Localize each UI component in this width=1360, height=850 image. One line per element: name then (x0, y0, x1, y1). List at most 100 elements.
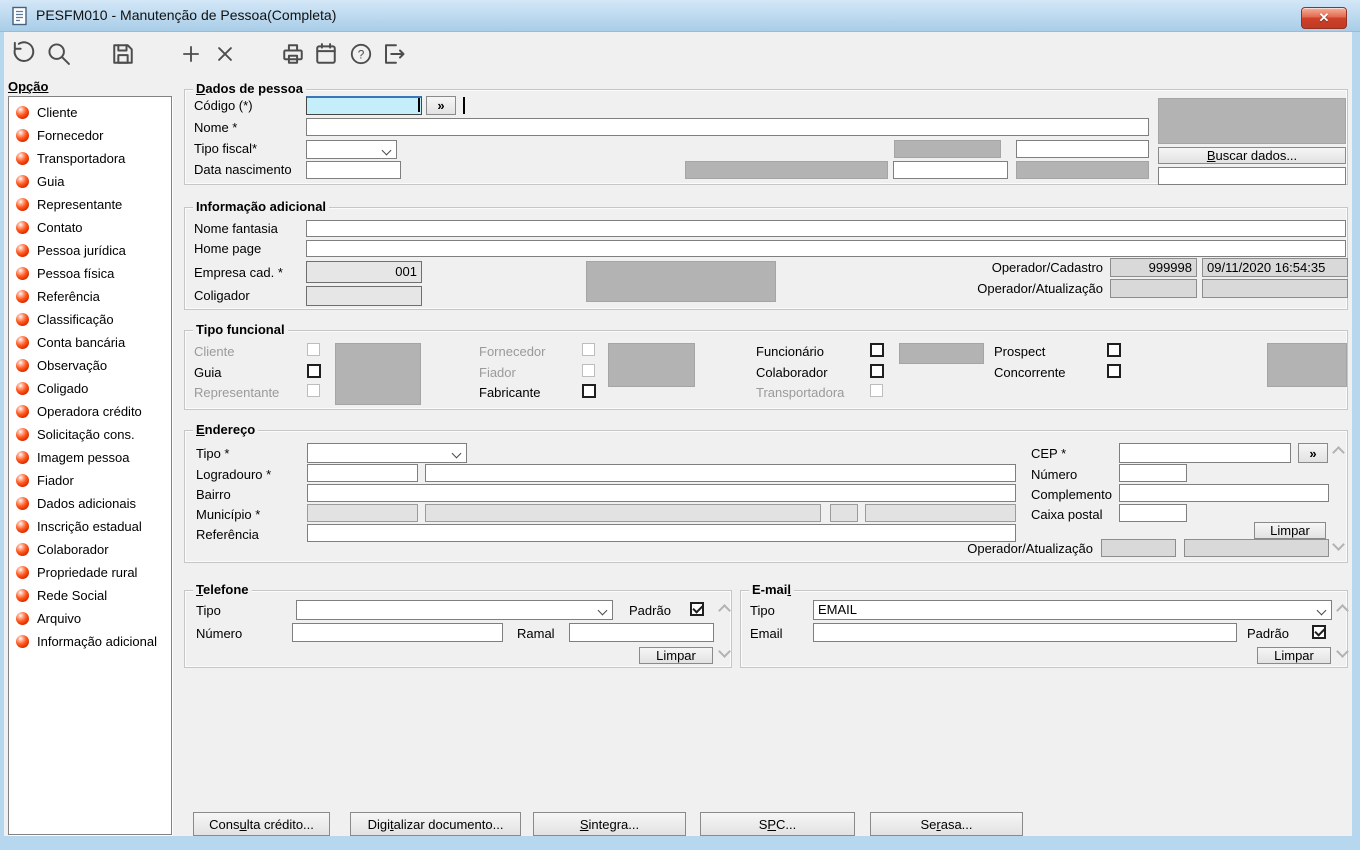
serasa-button[interactable]: Serasa... (870, 812, 1023, 836)
extra-input-2[interactable] (893, 161, 1008, 179)
toolbar-print-button[interactable] (278, 39, 308, 69)
sidebar-item-guia[interactable]: Guia (9, 170, 171, 193)
email-tipo-select[interactable]: EMAIL (813, 600, 1332, 620)
option-bullet-icon (16, 221, 29, 234)
close-button[interactable]: ✕ (1301, 7, 1347, 29)
cep-expand-button[interactable]: » (1298, 443, 1328, 463)
data-nascimento-label: Data nascimento (194, 162, 292, 177)
sidebar-item-conta-bancaria[interactable]: Conta bancária (9, 331, 171, 354)
buscar-dados-button[interactable]: Buscar dados... (1158, 147, 1346, 164)
checkbox-colaborador[interactable] (870, 364, 884, 378)
sidebar-item-coligado[interactable]: Coligado (9, 377, 171, 400)
sidebar-item-label: Rede Social (37, 588, 108, 603)
scroll-up-icon[interactable] (1333, 446, 1343, 456)
sidebar-item-representante[interactable]: Representante (9, 193, 171, 216)
sidebar-item-contato[interactable]: Contato (9, 216, 171, 239)
sidebar-item-fiador[interactable]: Fiador (9, 469, 171, 492)
sidebar-item-arquivo[interactable]: Arquivo (9, 607, 171, 630)
toolbar-undo-button[interactable] (8, 39, 38, 69)
telefone-padrao-checkbox[interactable] (690, 602, 704, 616)
scroll-up-icon[interactable] (1337, 604, 1347, 614)
sidebar-item-classificacao[interactable]: Classificação (9, 308, 171, 331)
endereco-operador-atualizacao-label: Operador/Atualização (967, 541, 1093, 556)
sidebar-item-inscricao-estadual[interactable]: Inscrição estadual (9, 515, 171, 538)
extra-input-3[interactable] (1158, 167, 1346, 185)
checkbox-funcionario[interactable] (870, 343, 884, 357)
bairro-input[interactable] (307, 484, 1016, 502)
email-limpar-button[interactable]: Limpar (1257, 647, 1331, 664)
checkbox-concorrente[interactable] (1107, 364, 1121, 378)
email-padrao-checkbox[interactable] (1312, 625, 1326, 639)
sidebar-item-pessoa-fisica[interactable]: Pessoa física (9, 262, 171, 285)
consulta-credito-button[interactable]: Consulta crédito... (193, 812, 330, 836)
checkbox-guia[interactable] (307, 364, 321, 378)
telefone-tipo-select[interactable] (296, 600, 613, 620)
ramal-input[interactable] (569, 623, 714, 642)
codigo-expand-button[interactable]: » (426, 96, 456, 115)
logradouro-input[interactable] (425, 464, 1016, 482)
logradouro-tipo-input[interactable] (307, 464, 418, 482)
toolbar-add-button[interactable] (176, 39, 206, 69)
sidebar-item-rede-social[interactable]: Rede Social (9, 584, 171, 607)
caixa-postal-input[interactable] (1119, 504, 1187, 522)
tipo-funcional-column: Prospect Concorrente (994, 343, 1134, 407)
checkbox-prospect[interactable] (1107, 343, 1121, 357)
cep-input[interactable] (1119, 443, 1291, 463)
sidebar-item-label: Contato (37, 220, 83, 235)
scroll-down-icon[interactable] (1337, 649, 1347, 659)
sidebar-item-transportadora[interactable]: Transportadora (9, 147, 171, 170)
toolbar-calendar-button[interactable] (311, 39, 341, 69)
sidebar-item-operadora-credito[interactable]: Operadora crédito (9, 400, 171, 423)
sidebar-item-propriedade-rural[interactable]: Propriedade rural (9, 561, 171, 584)
toolbar-save-button[interactable] (108, 39, 138, 69)
group-dados-de-pessoa: Dados de pessoa Código (*) » Nome * Tipo… (184, 81, 1348, 185)
sidebar-item-colaborador[interactable]: Colaborador (9, 538, 171, 561)
scroll-up-icon[interactable] (719, 604, 729, 614)
endereco-tipo-select[interactable] (307, 443, 467, 463)
coligador-label: Coligador (194, 288, 250, 303)
email-tipo-label: Tipo (750, 603, 775, 618)
sidebar-item-pessoa-juridica[interactable]: Pessoa jurídica (9, 239, 171, 262)
numero-input[interactable] (1119, 464, 1187, 482)
sidebar-item-label: Pessoa jurídica (37, 243, 126, 258)
scroll-down-icon[interactable] (1333, 542, 1343, 552)
toolbar-delete-button[interactable] (210, 39, 240, 69)
sidebar-item-informacao-adicional[interactable]: Informação adicional (9, 630, 171, 653)
option-bullet-icon (16, 635, 29, 648)
sidebar-item-referencia[interactable]: Referência (9, 285, 171, 308)
sidebar-item-label: Inscrição estadual (37, 519, 142, 534)
sidebar-item-fornecedor[interactable]: Fornecedor (9, 124, 171, 147)
toolbar-search-button[interactable] (44, 39, 74, 69)
sintegra-button[interactable]: Sintegra... (533, 812, 686, 836)
nome-input[interactable] (306, 118, 1149, 136)
sidebar-item-solicitacao-cons[interactable]: Solicitação cons. (9, 423, 171, 446)
window-border-right (1352, 32, 1360, 836)
option-bullet-icon (16, 152, 29, 165)
telefone-numero-input[interactable] (292, 623, 503, 642)
referencia-input[interactable] (307, 524, 1016, 542)
spc-button[interactable]: SPC... (700, 812, 855, 836)
email-input[interactable] (813, 623, 1237, 642)
codigo-input[interactable] (306, 96, 422, 115)
sidebar-item-label: Cliente (37, 105, 78, 120)
sidebar-item-dados-adicionais[interactable]: Dados adicionais (9, 492, 171, 515)
checkbox-fabricante[interactable] (582, 384, 596, 398)
email-padrao-label: Padrão (1247, 626, 1289, 641)
complemento-input[interactable] (1119, 484, 1329, 502)
sidebar-item-imagem-pessoa[interactable]: Imagem pessoa (9, 446, 171, 469)
option-listbox[interactable]: Cliente Fornecedor Transportadora Guia Repre… (8, 96, 172, 835)
window-border-bottom (0, 836, 1360, 850)
digitalizar-documento-button[interactable]: Digitalizar documento... (350, 812, 521, 836)
data-nascimento-input[interactable] (306, 161, 401, 179)
sidebar-item-observacao[interactable]: Observação (9, 354, 171, 377)
toolbar-help-button[interactable]: ? (346, 39, 376, 69)
extra-input-1[interactable] (1016, 140, 1149, 158)
telefone-limpar-button[interactable]: Limpar (639, 647, 713, 664)
home-page-input[interactable] (306, 240, 1346, 257)
scroll-down-icon[interactable] (719, 649, 729, 659)
nome-fantasia-input[interactable] (306, 220, 1346, 237)
sidebar-item-cliente[interactable]: Cliente (9, 101, 171, 124)
tipo-fiscal-select[interactable] (306, 140, 397, 159)
toolbar-exit-button[interactable] (378, 39, 408, 69)
endereco-limpar-button[interactable]: Limpar (1254, 522, 1326, 539)
